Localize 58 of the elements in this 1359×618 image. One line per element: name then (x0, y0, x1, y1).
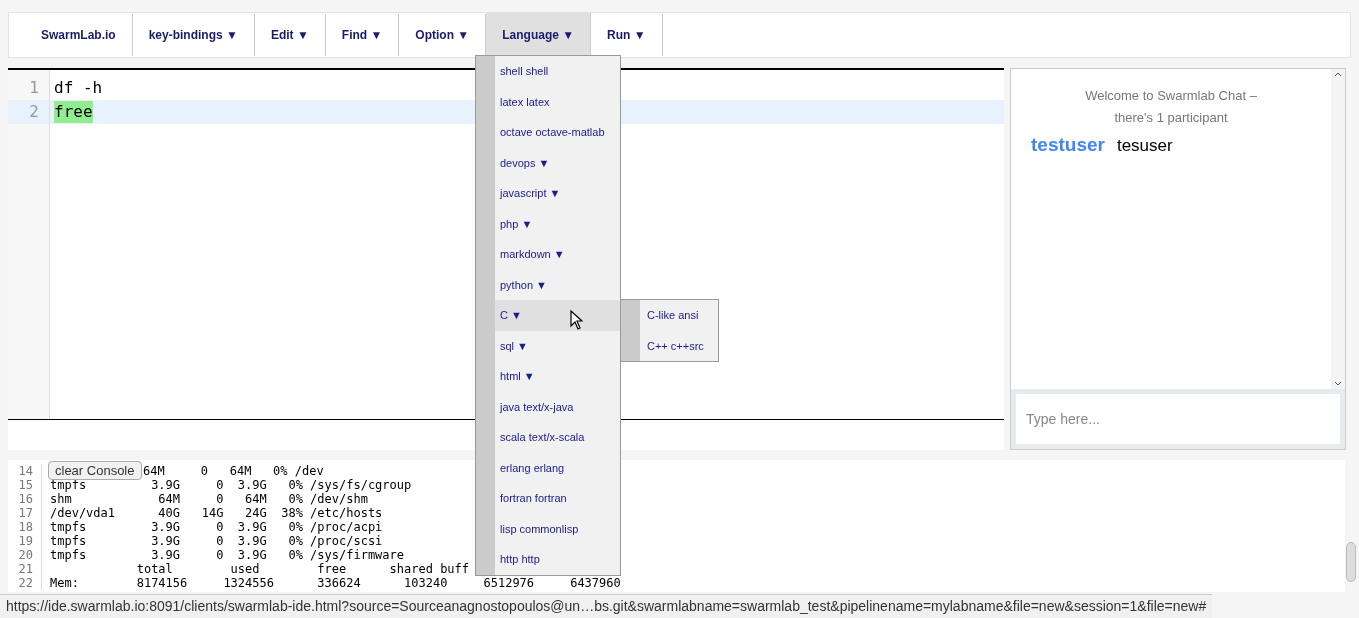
menu-item[interactable]: sql ▼ (495, 330, 620, 361)
menu-tab[interactable]: Find ▼ (325, 14, 400, 56)
menu-item[interactable]: python ▼ (495, 269, 620, 300)
menu-item[interactable]: javascript ▼ (495, 178, 620, 209)
scroll-up-icon[interactable] (1334, 71, 1342, 77)
line-number: 22 (8, 576, 42, 590)
console-line: tmpfs 3.9G 0 3.9G 0% /proc/scsi (49, 534, 383, 548)
scrollbar[interactable] (1331, 69, 1345, 389)
clear-console-button[interactable]: clear Console (48, 461, 142, 480)
line-number: 16 (8, 492, 42, 506)
mouse-cursor-icon (570, 310, 583, 330)
menu-item[interactable]: markdown ▼ (495, 239, 620, 270)
console-line: /dev/vda1 40G 14G 24G 38% /etc/hosts (49, 506, 383, 520)
scroll-down-icon[interactable] (1334, 381, 1342, 387)
menu-item[interactable]: octave octave-matlab (495, 117, 620, 148)
line-number: 14 (8, 464, 42, 478)
chat-input[interactable]: Type here... (1016, 394, 1340, 444)
menu-item[interactable]: erlang erlang (495, 452, 620, 483)
line-number: 17 (8, 506, 42, 520)
line-number: 19 (8, 534, 42, 548)
menu-item[interactable]: C ▼ (495, 300, 620, 331)
menu-tab[interactable]: Language ▼ (486, 13, 592, 57)
line-number: 1 (28, 77, 40, 99)
menu-item[interactable]: latex latex (495, 86, 620, 117)
line-number: 18 (8, 520, 42, 534)
line-number: 21 (8, 562, 42, 576)
menu-item[interactable]: C-like ansi (640, 300, 718, 331)
scroll-thumb[interactable] (1346, 542, 1356, 582)
menu-item[interactable]: lisp commonlisp (495, 513, 620, 544)
menu-item[interactable]: http http (495, 544, 620, 575)
line-number: 15 (8, 478, 42, 492)
console-line: 64M 0 64M 0% /dev (143, 464, 324, 478)
brand-link[interactable]: SwarmLab.io (25, 14, 133, 56)
menu-item[interactable]: shell shell (495, 56, 620, 87)
menu-item[interactable]: C++ c++src (640, 330, 718, 361)
line-number: 20 (8, 548, 42, 562)
menu-tab[interactable]: key-bindings ▼ (132, 14, 255, 56)
menu-item[interactable]: scala text/x-scala (495, 422, 620, 453)
console-line: Mem: 8174156 1324556 336624 103240 6512976 6437960 (49, 576, 621, 590)
chat-message: tesuser (1116, 135, 1173, 157)
line-number: 2 (8, 100, 49, 124)
console-line: tmpfs 3.9G 0 3.9G 0% /sys/firmware (49, 548, 404, 562)
code-line: df -h (54, 77, 103, 99)
welcome-text: Welcome to Swarmlab Chat – (1084, 87, 1258, 105)
menu-item[interactable]: php ▼ (495, 208, 620, 239)
console-line: total used free shared buff (135, 562, 470, 576)
menu-item[interactable]: devops ▼ (495, 147, 620, 178)
menu-item[interactable]: java text/x-java (495, 391, 620, 422)
menu-item[interactable]: fortran fortran (495, 483, 620, 514)
console-line: shm 64M 0 64M 0% /dev/shm (49, 492, 368, 506)
console-line: tmpfs 3.9G 0 3.9G 0% /proc/acpi (49, 520, 383, 534)
menu-item[interactable]: html ▼ (495, 361, 620, 392)
menu-gutter (621, 300, 640, 361)
menu-tab[interactable]: Edit ▼ (254, 14, 326, 56)
participant-count: there's 1 participant (1113, 109, 1229, 127)
console-line: tmpfs 3.9G 0 3.9G 0% /sys/fs/cgroup (49, 478, 412, 492)
status-url: https://ide.swarmlab.io:8091/clients/swarmlab-ide.html?source=Sourceanagnostopoulos@un…bs.git&swarmlabname=swarmlab_test&pipelinename=mylabname&file=new&session=1&file=new# (0, 594, 1213, 618)
chat-username: testuser (1031, 133, 1105, 157)
